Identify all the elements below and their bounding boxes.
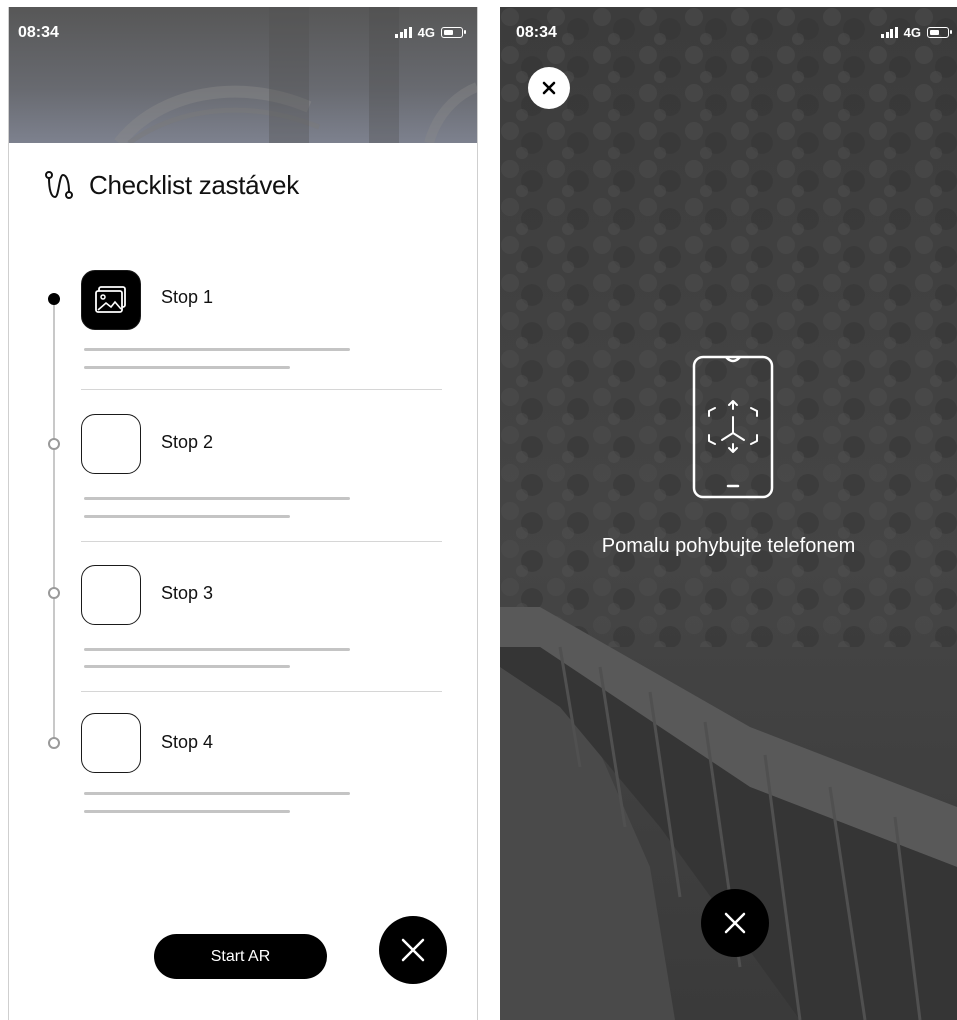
timeline-dot [48,737,60,749]
stop-label: Stop 3 [161,583,214,603]
close-button[interactable] [528,67,570,109]
status-bar: 08:34 4G [500,7,957,57]
text-placeholder-line [84,497,350,500]
timeline-dot-active [48,293,60,305]
text-placeholder-line [84,648,350,651]
stop-label: Stop 1 [161,287,214,307]
text-placeholder-line [84,810,290,813]
close-icon [724,912,746,934]
close-button[interactable] [701,889,769,957]
close-icon [401,938,425,962]
ar-scan-screen: 08:34 4G Pomalu pohybujte telefonem [500,7,957,1020]
text-placeholder-line [84,515,290,518]
camera-background [500,7,957,1020]
image-icon [95,286,126,313]
page-title: Checklist zastávek [89,169,299,200]
stop-label: Stop 2 [161,432,214,452]
route-icon [45,171,73,199]
stop-label: Stop 4 [161,732,214,752]
close-button[interactable] [379,916,447,984]
battery-icon [927,27,952,38]
timeline-dot [48,438,60,450]
status-time: 08:34 [516,24,557,41]
status-indicators: 4G [395,25,466,40]
stop-thumbnail[interactable] [81,565,141,625]
network-type: 4G [903,25,921,40]
divider [81,691,442,692]
stop-thumbnail[interactable] [81,713,141,773]
status-bar: 08:34 4G [9,7,477,57]
ar-hint-text: Pomalu pohybujte telefonem [601,535,856,557]
stop-thumbnail[interactable] [81,414,141,474]
timeline-dot [48,587,60,599]
divider [81,389,442,390]
battery-icon [441,27,466,38]
stop-thumbnail[interactable] [81,270,141,330]
checklist-header: Checklist zastávek [43,169,299,201]
checklist-screen: 08:34 4G Checklist zastávek Stop 1 Stop … [8,7,478,1020]
text-placeholder-line [84,665,290,668]
divider [81,541,442,542]
close-icon [542,81,556,95]
text-placeholder-line [84,792,350,795]
phone-ar-scan-icon [692,355,774,499]
network-type: 4G [417,25,435,40]
timeline-line [53,299,55,745]
start-ar-button[interactable]: Start AR [154,934,327,979]
signal-icon [395,27,412,38]
signal-icon [881,27,898,38]
text-placeholder-line [84,366,290,369]
status-time: 08:34 [18,24,59,41]
status-indicators: 4G [881,25,952,40]
text-placeholder-line [84,348,350,351]
